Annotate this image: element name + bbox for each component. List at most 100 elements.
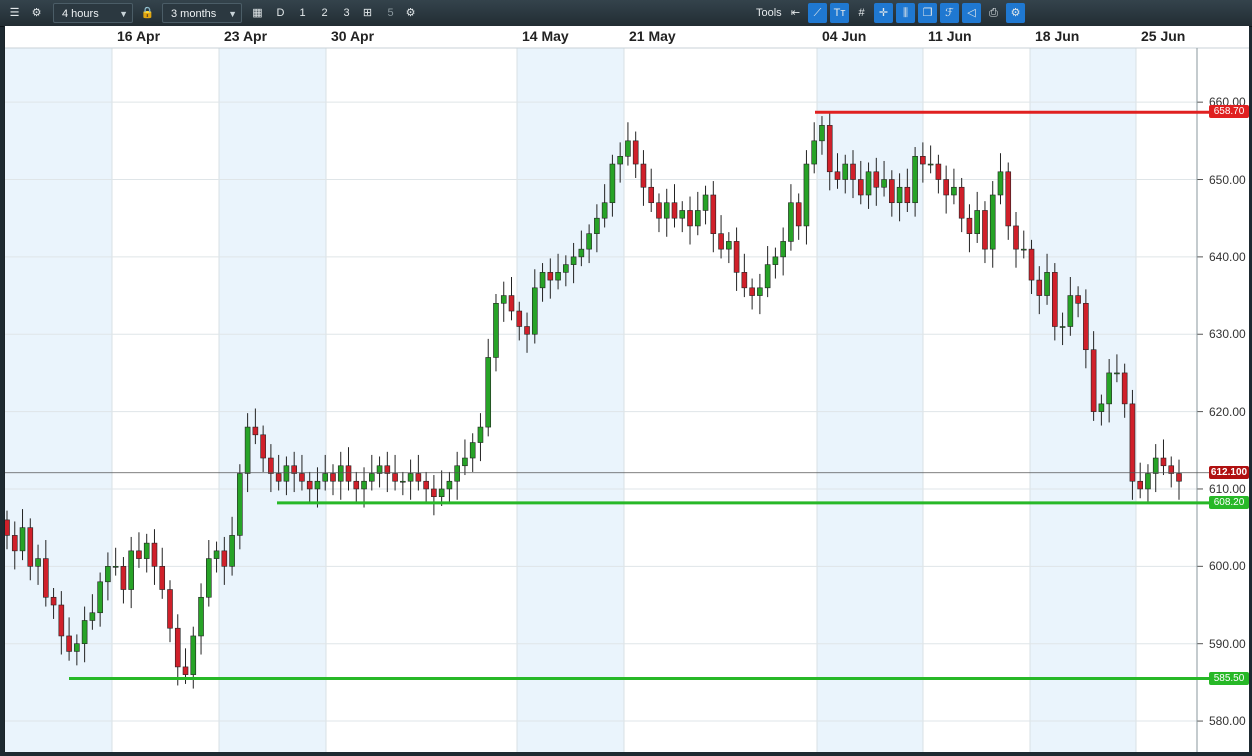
candle	[462, 439, 468, 476]
grid-icon[interactable]: #	[852, 3, 871, 23]
support-price-tag: 608.20	[1209, 495, 1249, 509]
candle	[1145, 464, 1151, 503]
y-tick-label: 610.00	[1209, 481, 1246, 496]
support-price-tag: 585.50	[1209, 671, 1249, 685]
candle	[974, 191, 980, 243]
interval-select[interactable]: 4 hours ▼	[53, 3, 133, 23]
candle	[772, 247, 779, 279]
candle	[128, 536, 134, 609]
menu-icon[interactable]: ☰	[5, 3, 24, 23]
y-tick-label: 650.00	[1209, 172, 1246, 187]
x-tick-label: 25 Jun	[1141, 28, 1186, 44]
x-tick-label: 04 Jun	[822, 28, 867, 44]
period-button-2[interactable]: 2	[315, 3, 334, 23]
candle	[1152, 444, 1159, 493]
week-shading	[817, 48, 923, 752]
candle	[469, 433, 476, 472]
period-button-d[interactable]: D	[271, 3, 290, 23]
candle	[694, 191, 701, 236]
candle	[648, 168, 655, 213]
candle	[632, 131, 639, 178]
interval-value: 4 hours	[62, 8, 99, 20]
candle	[120, 557, 127, 604]
chevron-down-icon: ▼	[119, 9, 128, 19]
candle	[966, 204, 973, 253]
chart-bottom-border	[0, 752, 1252, 756]
x-tick-label: 21 May	[629, 28, 676, 44]
candle	[446, 471, 453, 503]
candle	[679, 201, 686, 233]
week-shading	[517, 48, 624, 752]
x-tick-label: 11 Jun	[928, 28, 972, 44]
candle	[780, 227, 786, 276]
candle	[508, 276, 515, 321]
period-button-3[interactable]: 3	[337, 3, 356, 23]
tools-label: Tools	[756, 7, 782, 19]
candle	[803, 150, 810, 245]
settings-icon[interactable]: ⚙	[27, 3, 46, 23]
candle	[136, 532, 142, 568]
candle	[811, 122, 818, 174]
week-shading	[1030, 48, 1136, 752]
candle	[671, 184, 678, 228]
y-tick-label: 580.00	[1209, 714, 1246, 729]
candle	[749, 278, 755, 310]
candle	[174, 614, 181, 686]
candle	[345, 447, 352, 491]
fibonacci-icon[interactable]: ℱ	[940, 3, 959, 23]
range-value: 3 months	[171, 8, 217, 20]
copy-icon[interactable]: ❐	[918, 3, 937, 23]
range-select[interactable]: 3 months ▼	[162, 3, 242, 23]
tools-settings-icon[interactable]: ⚙	[1006, 3, 1025, 23]
candle	[112, 547, 119, 576]
candle	[407, 459, 414, 500]
crosshair-icon[interactable]: ✛	[874, 3, 893, 23]
candle	[400, 471, 406, 496]
line-tool-icon[interactable]: ⟋	[808, 3, 827, 23]
print-icon[interactable]: ⎙	[984, 3, 1003, 23]
x-tick-label: 14 May	[522, 28, 569, 44]
candle	[353, 471, 360, 503]
period-button-5[interactable]: 5	[381, 3, 400, 23]
drawing-icon[interactable]: ⊞	[358, 3, 377, 23]
candle	[951, 168, 957, 205]
text-tool-icon[interactable]: Tт	[830, 3, 849, 23]
period-button-1[interactable]: 1	[293, 3, 312, 23]
candle	[330, 464, 336, 496]
current-price-tag: 612.100	[1209, 465, 1249, 479]
candle	[943, 165, 949, 214]
candlestick-chart	[5, 26, 1249, 752]
candle	[213, 541, 220, 573]
gear-icon[interactable]: ⚙	[401, 3, 420, 23]
x-tick-label: 16 Apr	[117, 28, 161, 44]
back-arrow-icon[interactable]: ⇤	[786, 3, 805, 23]
candle	[702, 185, 709, 225]
candle	[663, 188, 670, 237]
candle	[788, 184, 794, 251]
calendar-icon[interactable]: ▦	[248, 3, 267, 23]
candle	[710, 181, 717, 253]
candle	[1160, 439, 1167, 476]
candle	[1168, 456, 1175, 488]
price-chart[interactable]: 16 Apr 23 Apr 30 Apr 14 May 21 May 04 Jun 11 J…	[4, 26, 1249, 752]
candle	[438, 470, 445, 506]
candle	[687, 196, 693, 245]
candle	[167, 580, 173, 643]
candle	[159, 547, 166, 599]
x-tick-label: 23 Apr	[224, 28, 268, 44]
candle	[795, 193, 802, 240]
candle	[384, 451, 391, 493]
candle-tool-icon[interactable]: ⫼	[896, 3, 915, 23]
week-shading	[219, 48, 326, 752]
candle	[757, 273, 763, 315]
candle	[741, 253, 748, 298]
y-tick-label: 620.00	[1209, 404, 1246, 419]
candle	[337, 451, 344, 500]
lock-icon[interactable]: 🔒	[138, 3, 157, 23]
candle	[1137, 462, 1143, 499]
shape-icon[interactable]: ◁	[962, 3, 981, 23]
candle	[997, 153, 1004, 205]
y-tick-label: 600.00	[1209, 559, 1246, 574]
x-tick-label: 30 Apr	[331, 28, 375, 44]
candle	[1020, 230, 1027, 259]
